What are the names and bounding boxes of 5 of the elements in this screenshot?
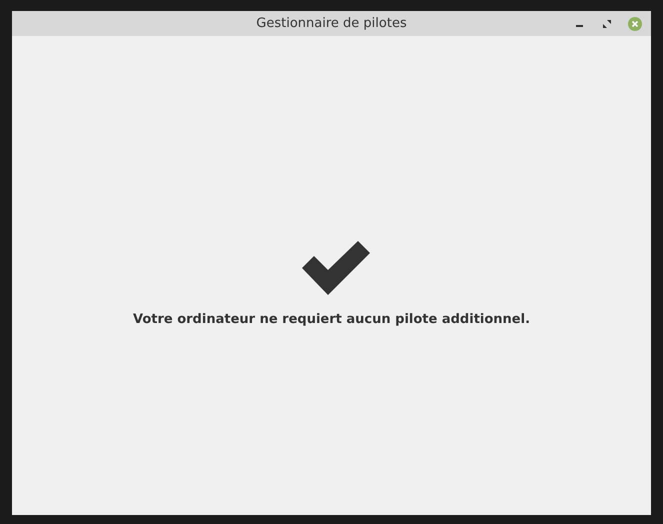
status-message: Votre ordinateur ne requiert aucun pilote additionnel. xyxy=(132,312,530,327)
window-title: Gestionnaire de pilotes xyxy=(255,16,408,31)
minimize-icon xyxy=(576,25,582,27)
maximize-icon xyxy=(602,18,612,28)
checkmark-icon xyxy=(302,241,370,295)
